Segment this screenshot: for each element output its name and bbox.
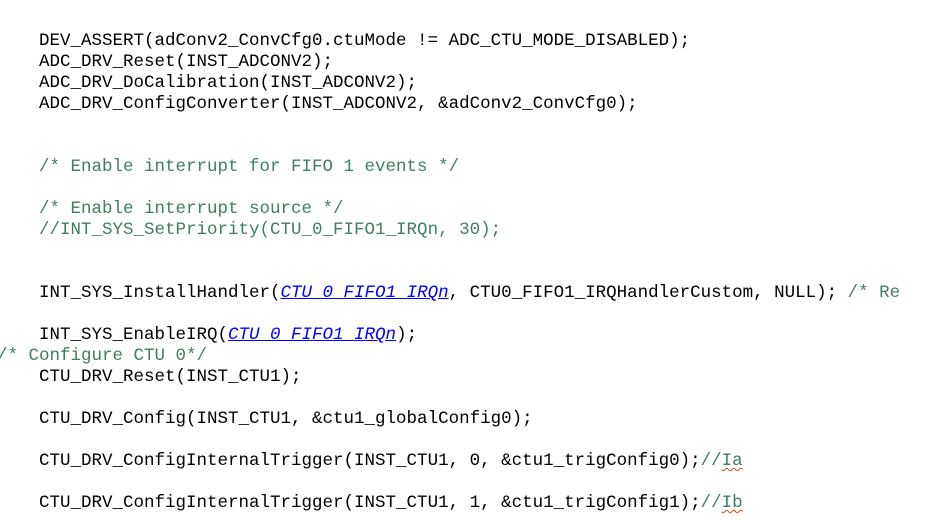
code-line[interactable]: CTU_DRV_Reset(INST_CTU1); <box>39 360 302 394</box>
code-comment: /* Re <box>847 283 901 303</box>
code-comment: // <box>700 451 722 471</box>
code-line[interactable]: CTU_DRV_ConfigInternalTrigger(INST_CTU1,… <box>39 444 743 478</box>
code-field-reference: CTU_0_FIFO1_IRQn <box>228 325 397 345</box>
code-text: INT_SYS_InstallHandler( <box>39 283 281 303</box>
code-comment: //INT_SYS_SetPriority(CTU_0_FIFO1_IRQn, … <box>39 220 502 240</box>
code-text: CTU_DRV_ConfigInternalTrigger(INST_CTU1,… <box>39 451 701 471</box>
code-line[interactable]: CTU_DRV_ConfigInternalTrigger(INST_CTU1,… <box>39 486 743 520</box>
spell-check-error: Ib <box>721 493 743 513</box>
code-text: ); <box>396 325 418 345</box>
code-editor[interactable]: DEV_ASSERT(adConv2_ConvCfg0.ctuMode != A… <box>0 0 936 520</box>
code-comment: /* Enable interrupt for FIFO 1 events */ <box>39 157 460 177</box>
code-text: CTU_DRV_Reset(INST_CTU1); <box>39 367 302 387</box>
code-line[interactable]: CTU_DRV_Config(INST_CTU1, &ctu1_globalCo… <box>39 402 533 436</box>
code-comment: // <box>700 493 722 513</box>
code-text: CTU_DRV_Config(INST_CTU1, &ctu1_globalCo… <box>39 409 533 429</box>
code-field-reference: CTU_0_FIFO1_IRQn <box>280 283 449 303</box>
code-line[interactable]: /* Enable interrupt for FIFO 1 events */ <box>39 150 459 184</box>
code-line[interactable]: INT_SYS_InstallHandler(CTU_0_FIFO1_IRQn,… <box>39 276 900 310</box>
code-line[interactable]: //INT_SYS_SetPriority(CTU_0_FIFO1_IRQn, … <box>39 213 501 247</box>
code-line[interactable]: ADC_DRV_ConfigConverter(INST_ADCONV2, &a… <box>39 87 638 121</box>
code-text-area[interactable]: DEV_ASSERT(adConv2_ConvCfg0.ctuMode != A… <box>0 0 936 520</box>
code-text: CTU_DRV_ConfigInternalTrigger(INST_CTU1,… <box>39 493 701 513</box>
spell-check-error: Ia <box>721 451 743 471</box>
code-text: , CTU0_FIFO1_IRQHandlerCustom, NULL); <box>448 283 848 303</box>
code-text: ADC_DRV_ConfigConverter(INST_ADCONV2, &a… <box>39 94 638 114</box>
